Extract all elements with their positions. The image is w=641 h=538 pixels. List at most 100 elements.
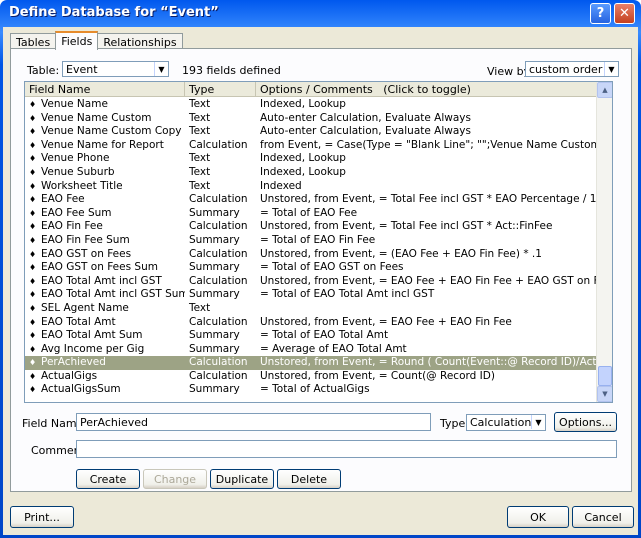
reorder-handle-icon[interactable]: ♦ [29,193,36,207]
field-options-cell: Unstored, from Event, = EAO Fee + EAO Fi… [260,274,598,287]
field-options-cell: = Average of EAO Total Amt [260,342,407,355]
table-row[interactable]: ♦ SEL Agent Name Text [25,302,598,316]
close-icon[interactable]: ✕ [614,3,635,24]
table-select-value: Event [66,63,98,76]
field-name-text: Worksheet Title [41,179,123,192]
reorder-handle-icon[interactable]: ♦ [29,98,36,112]
table-row[interactable]: ♦ EAO Total Amt incl GST Sum Summary = Tota… [25,288,598,302]
field-type-cell: Text [189,152,211,165]
reorder-handle-icon[interactable]: ♦ [29,152,36,166]
scroll-thumb[interactable] [598,366,612,386]
reorder-handle-icon[interactable]: ♦ [29,288,36,302]
field-options-cell: Auto-enter Calculation, Evaluate Always [260,125,471,138]
fields-table: Field Name Type Options / Comments (Clic… [24,81,613,403]
field-options-cell: = Total of EAO Total Amt incl GST [260,288,435,301]
vertical-scrollbar[interactable]: ▲ ▼ [596,82,612,402]
field-options-cell: Unstored, from Event, = Total Fee incl G… [260,193,598,206]
reorder-handle-icon[interactable]: ♦ [29,261,36,275]
table-row[interactable]: ♦ EAO GST on Fees Calculation Unstored, fro… [25,248,598,262]
table-row[interactable]: ♦ EAO Total Amt Calculation Unstored, from … [25,316,598,330]
reorder-handle-icon[interactable]: ♦ [29,275,36,289]
table-row[interactable]: ♦ ActualGigs Calculation Unstored, from Eve… [25,370,598,384]
scroll-down-icon[interactable]: ▼ [597,386,612,402]
field-name-text: SEL Agent Name [41,301,129,314]
cancel-button[interactable]: Cancel [572,506,634,528]
duplicate-button[interactable]: Duplicate [210,469,274,489]
field-options-cell: Unstored, from Event, = EAO Fee + EAO Fi… [260,315,512,328]
table-row[interactable]: ♦ Venue Name Custom Text Auto-enter Calcula… [25,112,598,126]
table-row[interactable]: ♦ EAO GST on Fees Sum Summary = Total of EA… [25,261,598,275]
reorder-handle-icon[interactable]: ♦ [29,329,36,343]
field-name-text: Venue Suburb [41,165,115,178]
field-name-text: ActualGigs [41,369,98,382]
reorder-handle-icon[interactable]: ♦ [29,356,36,370]
view-by-select[interactable]: custom order ▼ [525,61,619,77]
view-by-value: custom order [529,63,603,76]
help-button[interactable]: ? [590,3,611,24]
table-row[interactable]: ♦ EAO Fin Fee Calculation Unstored, from Ev… [25,220,598,234]
reorder-handle-icon[interactable]: ♦ [29,302,36,316]
table-row[interactable]: ♦ Venue Name for Report Calculation from Ev… [25,139,598,153]
field-type-cell: Summary [189,329,240,342]
field-type-cell: Text [189,179,211,192]
reorder-handle-icon[interactable]: ♦ [29,234,36,248]
table-row[interactable]: ♦ Venue Phone Text Indexed, Lookup [25,152,598,166]
create-button[interactable]: Create [76,469,140,489]
reorder-handle-icon[interactable]: ♦ [29,207,36,221]
field-name-cell: ♦ EAO Total Amt incl GST Sum [25,288,185,302]
table-row[interactable]: ♦ Venue Suburb Text Indexed, Lookup [25,166,598,180]
reorder-handle-icon[interactable]: ♦ [29,370,36,384]
delete-button[interactable]: Delete [277,469,341,489]
field-options-cell: Indexed [260,179,302,192]
field-options-cell: Unstored, from Event, = Round ( Count(Ev… [260,356,598,369]
reorder-handle-icon[interactable]: ♦ [29,316,36,330]
title-bar[interactable]: Define Database for “Event” ? ✕ [3,0,638,27]
field-type-cell: Text [189,165,211,178]
field-options-cell: = Total of EAO Fin Fee [260,233,376,246]
tab-fields[interactable]: Fields [55,31,99,50]
print-button[interactable]: Print... [10,506,74,528]
table-row[interactable]: ♦ EAO Total Amt Sum Summary = Total of EAO … [25,329,598,343]
comment-input[interactable] [76,440,617,458]
scroll-up-icon[interactable]: ▲ [597,82,612,98]
reorder-handle-icon[interactable]: ♦ [29,383,36,397]
table-row[interactable]: ♦ Avg Income per Gig Summary = Average of E… [25,343,598,357]
ok-button[interactable]: OK [507,506,569,528]
table-row[interactable]: ♦ EAO Fee Calculation Unstored, from Event,… [25,193,598,207]
table-row[interactable]: ♦ Venue Name Text Indexed, Lookup [25,98,598,112]
table-row[interactable]: ♦ Worksheet Title Text Indexed [25,180,598,194]
field-name-text: EAO Fee [41,193,85,206]
table-select[interactable]: Event ▼ [62,61,169,77]
reorder-handle-icon[interactable]: ♦ [29,139,36,153]
field-name-cell: ♦ EAO GST on Fees [25,248,185,262]
table-row[interactable]: ♦ EAO Fee Sum Summary = Total of EAO Fee [25,207,598,221]
field-options-cell [256,302,598,316]
column-options[interactable]: Options / Comments (Click to toggle) [256,82,598,96]
reorder-handle-icon[interactable]: ♦ [29,180,36,194]
field-name-cell: ♦ PerAchieved [25,356,185,370]
table-row[interactable]: ♦ EAO Fin Fee Sum Summary = Total of EAO Fi… [25,234,598,248]
field-name-cell: ♦ EAO Fin Fee [25,220,185,234]
tab-tables[interactable]: Tables [10,33,57,49]
table-row[interactable]: ♦ EAO Total Amt incl GST Calculation Unstor… [25,275,598,289]
column-type[interactable]: Type [185,82,256,96]
field-options-cell: Indexed, Lookup [260,98,346,110]
table-row[interactable]: ♦ PerAchieved Calculation Unstored, from Ev… [25,356,598,370]
type-select[interactable]: Calculation ▼ [466,414,546,431]
options-button[interactable]: Options... [554,412,617,432]
field-options-cell: Unstored, from Event, = Count(@ Record I… [260,369,495,382]
field-name-input[interactable]: PerAchieved [76,413,431,431]
table-row[interactable]: ♦ ActualGigsSum Summary = Total of ActualGi… [25,383,598,397]
reorder-handle-icon[interactable]: ♦ [29,343,36,357]
dialog-window: Define Database for “Event” ? ✕ Tables F… [0,0,641,538]
change-button[interactable]: Change [143,469,207,489]
reorder-handle-icon[interactable]: ♦ [29,166,36,180]
tab-relationships[interactable]: Relationships [97,33,183,49]
reorder-handle-icon[interactable]: ♦ [29,248,36,262]
column-field-name[interactable]: Field Name [25,82,185,96]
table-row[interactable]: ♦ Venue Name Custom Copy Text Auto-enter Ca… [25,125,598,139]
reorder-handle-icon[interactable]: ♦ [29,112,36,126]
reorder-handle-icon[interactable]: ♦ [29,220,36,234]
field-type-cell: Summary [189,342,240,355]
reorder-handle-icon[interactable]: ♦ [29,125,36,139]
